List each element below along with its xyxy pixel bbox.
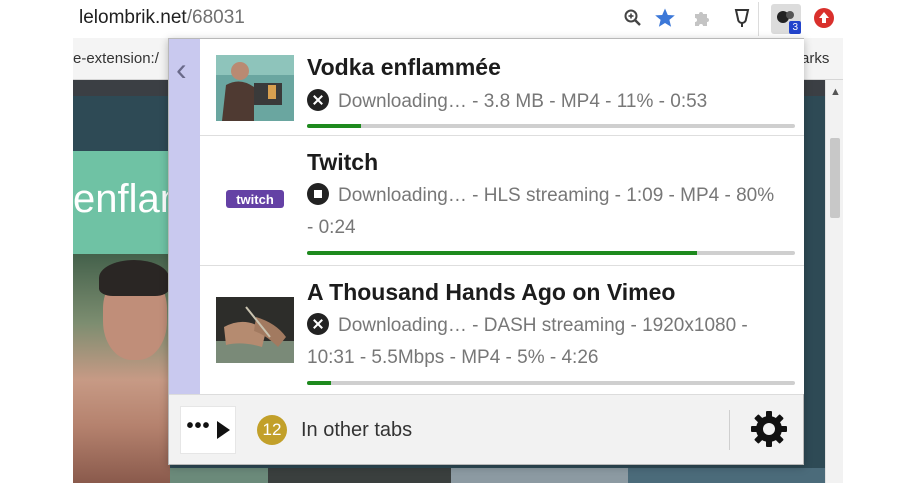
download-item[interactable]: A Thousand Hands Ago on Vimeo Downloadin…: [200, 266, 804, 394]
stop-download-icon[interactable]: [307, 183, 329, 205]
other-tabs-count-badge: 12: [257, 415, 287, 445]
page-thumb: [628, 468, 825, 483]
video-downloader-icon[interactable]: 3: [771, 4, 801, 34]
photo-hair: [99, 260, 169, 296]
more-menu-button[interactable]: •••: [180, 406, 236, 454]
other-tabs-link[interactable]: In other tabs: [301, 419, 412, 442]
download-item[interactable]: twitch Twitch Downloading… - HLS streami…: [200, 136, 804, 266]
play-arrow-icon: [216, 421, 230, 439]
download-item[interactable]: Vodka enflammée Downloading… - 3.8 MB - …: [200, 39, 804, 136]
other-bookmarks[interactable]: arks: [801, 50, 829, 67]
download-status: Downloading… - HLS streaming - 1:09 - MP…: [307, 183, 775, 238]
download-title: A Thousand Hands Ago on Vimeo: [307, 279, 676, 305]
upload-extension-icon[interactable]: [812, 6, 836, 30]
download-title: Twitch: [307, 149, 379, 175]
toolbar-divider: [758, 2, 759, 36]
video-thumbnail: [216, 297, 294, 363]
ellipsis-icon: •••: [186, 415, 211, 437]
download-progress: [307, 381, 795, 385]
banner: enflam: [73, 151, 170, 254]
zoom-icon[interactable]: [621, 6, 645, 30]
page-thumb: [170, 468, 268, 483]
page-scrollbar[interactable]: ▲: [825, 80, 843, 483]
extension-badge: 3: [789, 21, 801, 34]
downloads-popup: ‹ Vodka enflammée Downloading… - 3.8 MB …: [168, 38, 804, 465]
download-progress-fill: [307, 124, 361, 128]
download-progress: [307, 124, 795, 128]
page-photo[interactable]: [73, 254, 170, 483]
banner-text: enflam: [73, 177, 170, 221]
address-bar[interactable]: lelombrik.net/68031 3: [73, 0, 843, 38]
chevron-left-icon: ‹: [176, 51, 187, 87]
footer-divider: [729, 410, 730, 450]
page-thumb: [451, 468, 628, 483]
url-text[interactable]: lelombrik.net/68031: [79, 7, 245, 29]
bookmark-star-icon[interactable]: [653, 6, 677, 30]
trophy-extension-icon[interactable]: [730, 6, 754, 30]
video-thumbnail: [216, 55, 294, 121]
twitch-logo: twitch: [216, 166, 294, 232]
bookmark-item[interactable]: e-extension:/: [73, 50, 159, 67]
popup-footer: ••• 12 In other tabs: [169, 394, 803, 464]
puzzle-extension-icon[interactable]: [691, 6, 715, 30]
page-thumb: [268, 468, 451, 483]
scroll-thumb[interactable]: [830, 138, 840, 218]
download-status: Downloading… - 3.8 MB - MP4 - 11% - 0:53: [307, 86, 777, 118]
scroll-up-arrow-icon[interactable]: ▲: [830, 86, 841, 98]
cancel-download-icon[interactable]: [307, 313, 329, 335]
download-title: Vodka enflammée: [307, 54, 501, 80]
settings-gear-icon[interactable]: [749, 409, 789, 454]
download-progress-fill: [307, 251, 698, 255]
download-status: Downloading… - DASH streaming - 1920x108…: [307, 313, 748, 368]
browser-window: lelombrik.net/68031 3 e-extension:/ arks…: [0, 0, 920, 483]
twitch-logo-text: twitch: [236, 192, 274, 207]
back-button[interactable]: ‹: [169, 39, 200, 394]
download-progress-fill: [307, 381, 332, 385]
download-progress: [307, 251, 795, 255]
cancel-download-icon[interactable]: [307, 89, 329, 111]
